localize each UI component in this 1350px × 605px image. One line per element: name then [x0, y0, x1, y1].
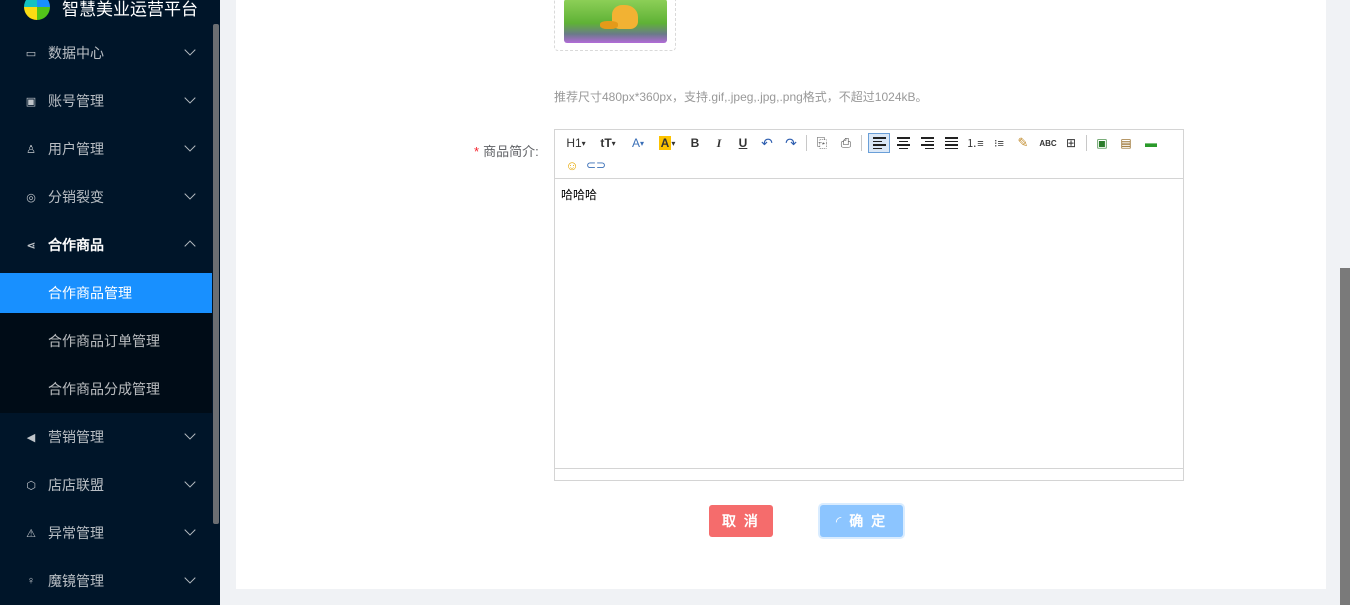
font-color-button[interactable]: A ▾ [627, 133, 649, 153]
chevron-down-icon [184, 140, 196, 152]
font-size-button[interactable]: tT ▾ [595, 133, 621, 153]
share-icon: ⋖ [26, 239, 36, 252]
chevron-down-icon [184, 188, 196, 200]
distribution-icon: ◎ [26, 191, 36, 204]
align-center-icon[interactable] [894, 133, 912, 153]
format-painter-icon[interactable]: ✎ [1014, 133, 1032, 153]
app-logo-icon [24, 0, 50, 20]
bold-button[interactable]: B [687, 133, 703, 153]
cube-icon: ⬡ [26, 479, 36, 492]
user-icon: ♙ [26, 143, 36, 156]
image-hint: 推荐尺寸480px*360px，支持.gif,.jpeg,.jpg,.png格式… [554, 90, 928, 104]
sidebar: 智慧美业运营平台 ▭ 数据中心 ▣ 账号管理 ♙ 用户管理 ◎ 分销裂变 ⋖ 合… [0, 0, 220, 605]
megaphone-icon: ◀ [26, 431, 36, 444]
editor-toolbar: H1 ▾ tT ▾ A ▾ A ▾ B I U ↶ ↷ ⎘ ⎙ ⒈≡ ⁝≡ ✎ ABC … [555, 130, 1183, 179]
sidebar-item-magic-mirror[interactable]: ♀ 魔镜管理 [0, 557, 212, 605]
ordered-list-icon[interactable]: ⒈≡ [966, 133, 984, 153]
warning-icon: ⚠ [26, 527, 36, 540]
editor-statusbar [555, 468, 1183, 480]
unordered-list-icon[interactable]: ⁝≡ [990, 133, 1008, 153]
loading-spinner-icon: ◜ [835, 512, 844, 529]
app-title: 智慧美业运营平台 [62, 0, 198, 19]
sidebar-item-marketing[interactable]: ◀ 营销管理 [0, 413, 212, 461]
image-icon[interactable]: ▣ [1093, 133, 1111, 153]
chevron-down-icon [184, 428, 196, 440]
mirror-icon: ♀ [26, 575, 36, 587]
align-right-icon[interactable] [918, 133, 936, 153]
chevron-up-icon [184, 240, 196, 252]
horizontal-rule-icon[interactable]: ▬ [1141, 133, 1161, 153]
sidebar-subitem-order-management[interactable]: 合作商品订单管理 [0, 321, 212, 361]
sidebar-item-partner-products[interactable]: ⋖ 合作商品 [0, 221, 212, 269]
underline-button[interactable]: U [735, 133, 751, 153]
redo-icon[interactable]: ↷ [783, 133, 799, 153]
intro-label: * 商品简介: [474, 144, 539, 159]
main-scrollbar[interactable] [1340, 268, 1350, 605]
rich-text-editor: H1 ▾ tT ▾ A ▾ A ▾ B I U ↶ ↷ ⎘ ⎙ ⒈≡ ⁝≡ ✎ ABC … [554, 129, 1184, 481]
undo-icon[interactable]: ↶ [759, 133, 775, 153]
chevron-down-icon [184, 572, 196, 584]
sidebar-scrollbar[interactable] [213, 24, 219, 524]
link-icon[interactable]: ⊂⊃ [586, 155, 606, 175]
highlight-button[interactable]: A ▾ [655, 133, 679, 153]
align-justify-icon[interactable] [942, 133, 960, 153]
sidebar-subitem-commission-management[interactable]: 合作商品分成管理 [0, 369, 212, 409]
chevron-down-icon [184, 44, 196, 56]
sidebar-item-store-alliance[interactable]: ⬡ 店店联盟 [0, 461, 212, 509]
sidebar-item-data-center[interactable]: ▭ 数据中心 [0, 29, 212, 77]
chevron-down-icon [184, 476, 196, 488]
preview-icon[interactable]: ⎘ [813, 133, 831, 153]
print-icon[interactable]: ⎙ [837, 133, 855, 153]
chevron-down-icon [184, 92, 196, 104]
spellcheck-button[interactable]: ABC [1037, 133, 1059, 153]
table-icon[interactable]: ⊞ [1062, 133, 1080, 153]
confirm-button[interactable]: ◜ 确 定 [820, 505, 903, 537]
align-left-icon[interactable] [868, 133, 890, 153]
editor-content[interactable]: 哈哈哈 [555, 180, 1183, 468]
sidebar-subitem-product-management[interactable]: 合作商品管理 [0, 273, 212, 313]
sidebar-item-exceptions[interactable]: ⚠ 异常管理 [0, 509, 212, 557]
sidebar-item-distribution[interactable]: ◎ 分销裂变 [0, 173, 212, 221]
italic-button[interactable]: I [711, 133, 727, 153]
emoji-icon[interactable]: ☺ [563, 155, 581, 175]
id-card-icon: ▣ [25, 95, 37, 108]
monitor-icon: ▭ [25, 47, 37, 60]
chevron-down-icon [184, 524, 196, 536]
cancel-button[interactable]: 取 消 [709, 505, 773, 537]
app-header: 智慧美业运营平台 [0, 0, 212, 28]
required-mark: * [474, 144, 480, 159]
product-image-thumbnail [564, 0, 667, 43]
image-upload-icon[interactable]: ▤ [1117, 133, 1135, 153]
sidebar-item-users[interactable]: ♙ 用户管理 [0, 125, 212, 173]
heading-button[interactable]: H1 ▾ [563, 133, 589, 153]
sidebar-item-account[interactable]: ▣ 账号管理 [0, 77, 212, 125]
image-upload[interactable] [554, 0, 676, 51]
